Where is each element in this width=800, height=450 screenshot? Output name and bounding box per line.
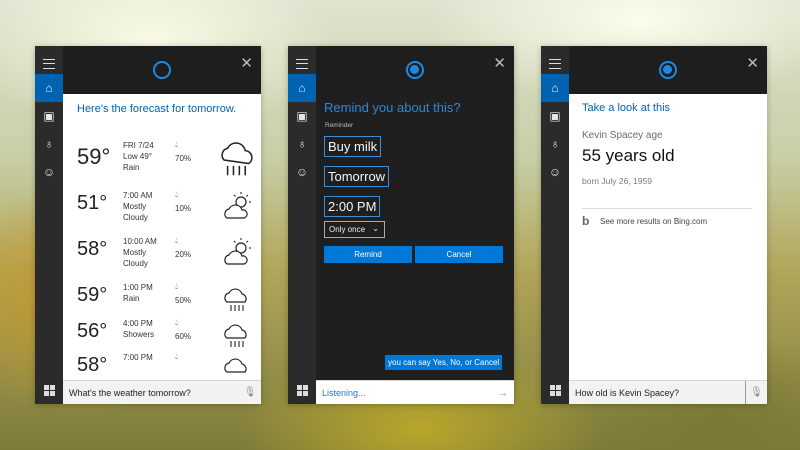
nav-rail: ⌂ ▣ ♁ ☺ [35, 46, 63, 404]
cancel-button[interactable]: Cancel [415, 246, 503, 263]
notebook-icon[interactable]: ▣ [35, 102, 63, 130]
submit-arrow-icon[interactable]: → [492, 381, 514, 404]
cortana-header: ✕ [316, 46, 514, 94]
forecast-time: 7:00 PM [123, 353, 153, 362]
forecast-detail: 7:00 AM Mostly Cloudy [123, 191, 153, 222]
listening-bar[interactable]: Listening... → [316, 380, 514, 404]
forecast-row: 51° 7:00 AM Mostly Cloudy 💧︎ 10% [77, 188, 257, 228]
lightbulb-icon[interactable]: ♁ [541, 130, 569, 158]
cortana-header: ✕ [63, 46, 261, 94]
forecast-detail: 4:00 PM Showers [123, 319, 155, 339]
search-bar[interactable]: How old is Kevin Spacey? 🎙︎ [569, 380, 767, 404]
forecast-detail: FRI 7/24 Low 49° Rain [123, 141, 154, 172]
answer-content: Take a look at this Kevin Spacey age 55 … [569, 94, 767, 380]
reminder-day-field[interactable]: Tomorrow [324, 166, 390, 187]
forecast-title: Here's the forecast for tomorrow. [77, 103, 237, 115]
precip-percent: 70% [175, 154, 192, 163]
divider [582, 208, 752, 209]
temperature: 59° [77, 284, 108, 306]
forecast-row: 58° 10:00 AM Mostly Cloudy 💧︎ 20% [77, 234, 257, 274]
remind-button[interactable]: Remind [324, 246, 412, 263]
chevron-down-icon: ⌄ [372, 224, 379, 233]
repeat-dropdown[interactable]: Only once ⌄ [324, 221, 385, 238]
notebook-icon[interactable]: ▣ [541, 102, 569, 130]
feedback-icon[interactable]: ☺ [35, 158, 63, 186]
feedback-icon[interactable]: ☺ [541, 158, 569, 186]
lightbulb-icon[interactable]: ♁ [288, 130, 316, 158]
notebook-icon[interactable]: ▣ [288, 102, 316, 130]
home-icon[interactable]: ⌂ [541, 74, 569, 102]
temperature: 58° [77, 354, 108, 376]
forecast-row: 59° 1:00 PM Rain 💧︎ 50% [77, 280, 257, 320]
search-bar[interactable]: What's the weather tomorrow? 🎙︎ [63, 380, 261, 404]
weather-panel: ⌂ ▣ ♁ ☺ ✕ Here's the forecast for tomorr… [35, 46, 261, 404]
listening-status: Listening... [322, 387, 366, 398]
close-icon[interactable]: ✕ [493, 54, 506, 72]
raindrop-icon: 💧︎ [175, 190, 179, 199]
home-icon[interactable]: ⌂ [288, 74, 316, 102]
nav-rail: ⌂ ▣ ♁ ☺ [541, 46, 569, 404]
answer-value: 55 years old [582, 146, 675, 165]
rain-cloud-icon [224, 288, 247, 311]
search-query: What's the weather tomorrow? [69, 387, 191, 398]
answer-question: Kevin Spacey age [582, 130, 663, 141]
repeat-value: Only once [329, 225, 366, 234]
reminder-question: Remind you about this? [324, 100, 461, 115]
cortana-logo-icon [659, 61, 677, 79]
microphone-icon[interactable]: 🎙︎ [745, 381, 767, 404]
answer-detail: born July 26, 1959 [582, 176, 652, 186]
precip-percent: 10% [175, 204, 192, 213]
cortana-logo-icon [153, 61, 171, 79]
weather-content: Here's the forecast for tomorrow. 59° FR… [63, 94, 261, 380]
forecast-detail: 1:00 PM Rain [123, 283, 153, 303]
raindrop-icon: 💧︎ [175, 140, 179, 149]
rain-cloud-icon [224, 324, 247, 347]
raindrop-icon: 💧︎ [175, 282, 179, 291]
temperature: 59° [77, 144, 111, 169]
forecast-detail: 10:00 AM Mostly Cloudy [123, 237, 157, 268]
raindrop-icon: 💧︎ [175, 318, 179, 327]
precip-percent: 60% [175, 332, 192, 341]
reminder-content: Remind you about this? Reminder Buy milk… [316, 94, 514, 380]
windows-start-icon[interactable] [541, 376, 569, 404]
feedback-icon[interactable]: ☺ [288, 158, 316, 186]
answer-panel: ⌂ ▣ ♁ ☺ ✕ Take a look at this Kevin Spac… [541, 46, 767, 404]
rain-cloud-icon [221, 142, 253, 176]
bing-link-label: See more results on Bing.com [600, 216, 708, 226]
temperature: 56° [77, 320, 108, 342]
close-icon[interactable]: ✕ [746, 54, 759, 72]
temperature: 51° [77, 192, 108, 214]
search-query: How old is Kevin Spacey? [575, 387, 680, 398]
bing-link[interactable]: b See more results on Bing.com [582, 214, 707, 228]
precip-percent: 20% [175, 250, 192, 259]
windows-start-icon[interactable] [35, 376, 63, 404]
reminder-time-field[interactable]: 2:00 PM [324, 196, 381, 217]
lightbulb-icon[interactable]: ♁ [35, 130, 63, 158]
precip-percent: 50% [175, 296, 192, 305]
cortana-logo-icon [406, 61, 424, 79]
windows-start-icon[interactable] [288, 376, 316, 404]
partly-cloudy-icon [224, 238, 251, 265]
temperature: 58° [77, 238, 108, 260]
cortana-header: ✕ [569, 46, 767, 94]
forecast-row: 59° FRI 7/24 Low 49° Rain 💧︎ 70% [77, 138, 257, 178]
answer-heading: Take a look at this [582, 102, 671, 114]
reminder-label: Reminder [325, 122, 354, 129]
bing-logo-icon: b [582, 214, 590, 228]
close-icon[interactable]: ✕ [240, 54, 253, 72]
reminder-subject-field[interactable]: Buy milk [324, 136, 382, 157]
raindrop-icon: 💧︎ [175, 236, 179, 245]
voice-hint: you can say Yes, No, or Cancel [385, 355, 503, 370]
home-icon[interactable]: ⌂ [35, 74, 63, 102]
microphone-icon[interactable]: 🎙︎ [239, 381, 261, 404]
reminder-panel: ⌂ ▣ ♁ ☺ ✕ Remind you about this? Reminde… [288, 46, 514, 404]
partly-cloudy-icon [224, 192, 251, 219]
raindrop-icon: 💧︎ [175, 352, 179, 361]
nav-rail: ⌂ ▣ ♁ ☺ [288, 46, 316, 404]
